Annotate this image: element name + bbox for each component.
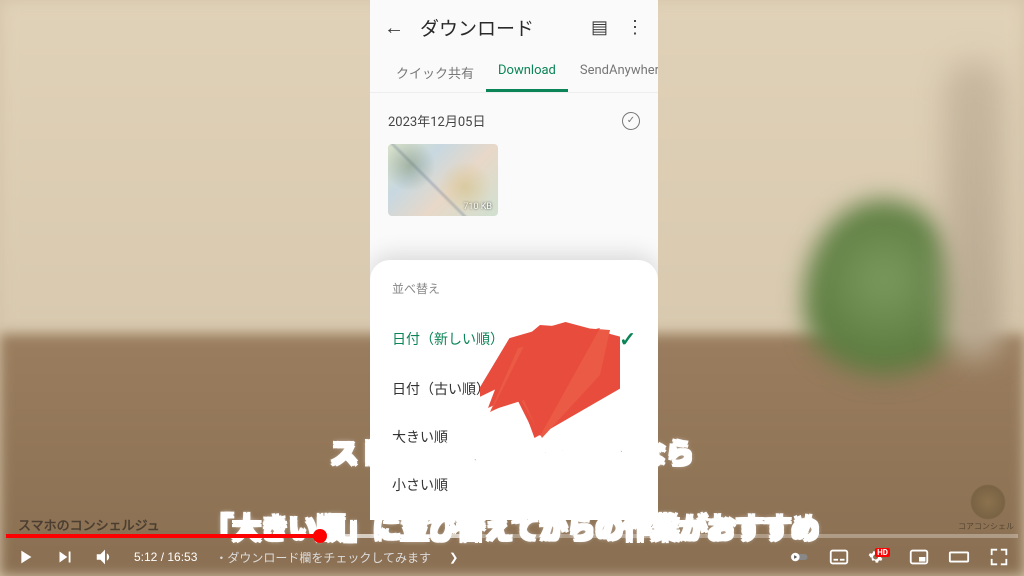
tab-download[interactable]: Download — [486, 51, 568, 92]
thumbnail-size-label: 710 KB — [463, 202, 492, 212]
view-grid-icon[interactable]: ▤ — [591, 17, 608, 38]
file-thumbnail[interactable]: 710 KB — [388, 144, 498, 216]
select-all-icon[interactable]: ✓ — [622, 112, 640, 130]
sort-option-date-new[interactable]: 日付（新しい順） ✓ — [392, 313, 636, 365]
sort-sheet-title: 並べ替え — [392, 280, 636, 297]
corner-watermark-icon[interactable] — [968, 484, 1008, 524]
app-bar-actions: ▤ ⋮ — [591, 17, 644, 38]
time-display: 5:12 / 16:53 — [134, 550, 197, 564]
channel-watermark: スマホのコンシェルジュ — [18, 515, 160, 534]
play-button[interactable] — [14, 546, 36, 568]
settings-button[interactable]: HD — [868, 546, 890, 568]
theater-button[interactable] — [948, 546, 970, 568]
app-bar-title: ダウンロード — [420, 14, 575, 41]
check-icon: ✓ — [619, 327, 636, 351]
miniplayer-button[interactable] — [908, 546, 930, 568]
corner-watermark-text: コアコンシェル — [958, 521, 1014, 532]
more-vert-icon[interactable]: ⋮ — [626, 17, 644, 38]
mute-button[interactable] — [94, 546, 116, 568]
current-time: 5:12 — [134, 550, 157, 564]
sort-option-label: 日付（新しい順） — [392, 329, 504, 349]
back-arrow-icon[interactable]: ← — [384, 15, 404, 40]
total-time: 16:53 — [167, 550, 197, 564]
tab-quickshare[interactable]: クイック共有 — [384, 51, 486, 92]
phone-app-bar: ← ダウンロード ▤ ⋮ — [370, 0, 658, 51]
tabs-row: クイック共有 Download SendAnywhere — [370, 51, 658, 93]
background-mannequin — [944, 60, 1004, 360]
date-group-header: 2023年12月05日 ✓ — [370, 93, 658, 138]
chevron-right-icon[interactable]: ❯ — [449, 551, 458, 564]
next-button[interactable] — [54, 546, 76, 568]
background-plant — [804, 200, 964, 400]
date-label: 2023年12月05日 — [388, 111, 485, 130]
captions-button[interactable] — [828, 546, 850, 568]
fullscreen-button[interactable] — [988, 546, 1010, 568]
player-controls: 5:12 / 16:53 ・ダウンロード欄をチェックしてみます ❯ HD — [0, 538, 1024, 576]
hd-badge: HD — [875, 548, 890, 557]
chapter-title[interactable]: ・ダウンロード欄をチェックしてみます — [215, 549, 431, 566]
video-frame: ← ダウンロード ▤ ⋮ クイック共有 Download SendAnywher… — [0, 0, 1024, 576]
caption-line-1: ストレージに空きを作るなら — [330, 437, 693, 470]
autoplay-toggle[interactable] — [788, 546, 810, 568]
tab-sendanywhere[interactable]: SendAnywhere — [568, 51, 658, 92]
